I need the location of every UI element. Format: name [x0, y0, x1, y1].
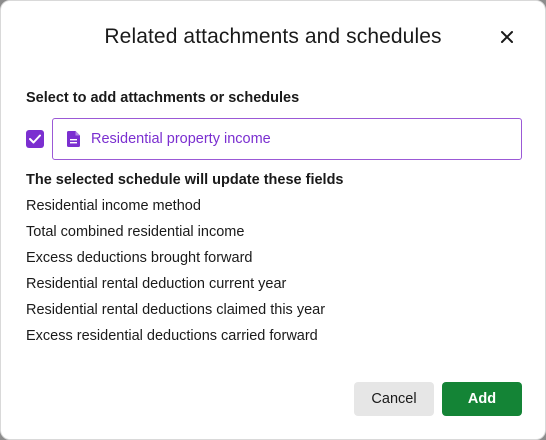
add-button[interactable]: Add: [442, 382, 522, 416]
close-icon: [501, 31, 513, 43]
dialog-title: Related attachments and schedules: [104, 25, 442, 48]
checkmark-icon: [29, 134, 41, 144]
related-attachments-dialog: Related attachments and schedules Select…: [0, 0, 546, 440]
field-item: Total combined residential income: [26, 224, 245, 240]
cancel-button[interactable]: Cancel: [354, 382, 434, 416]
field-item: Excess deductions brought forward: [26, 250, 253, 266]
field-item: Residential rental deduction current yea…: [26, 276, 287, 292]
option-checkbox[interactable]: [26, 130, 44, 148]
section-label: Select to add attachments or schedules: [26, 90, 300, 106]
field-item: Residential income method: [26, 198, 201, 214]
field-item: Residential rental deductions claimed th…: [26, 302, 326, 318]
field-item: Excess residential deductions carried fo…: [26, 328, 318, 344]
field-list: Residential income method Total combined…: [26, 197, 325, 353]
close-button[interactable]: [495, 25, 519, 49]
option-label: Residential property income: [91, 131, 271, 147]
schedule-option-residential-property-income[interactable]: Residential property income: [52, 118, 522, 160]
document-icon: [66, 130, 80, 148]
fields-heading: The selected schedule will update these …: [26, 172, 344, 188]
